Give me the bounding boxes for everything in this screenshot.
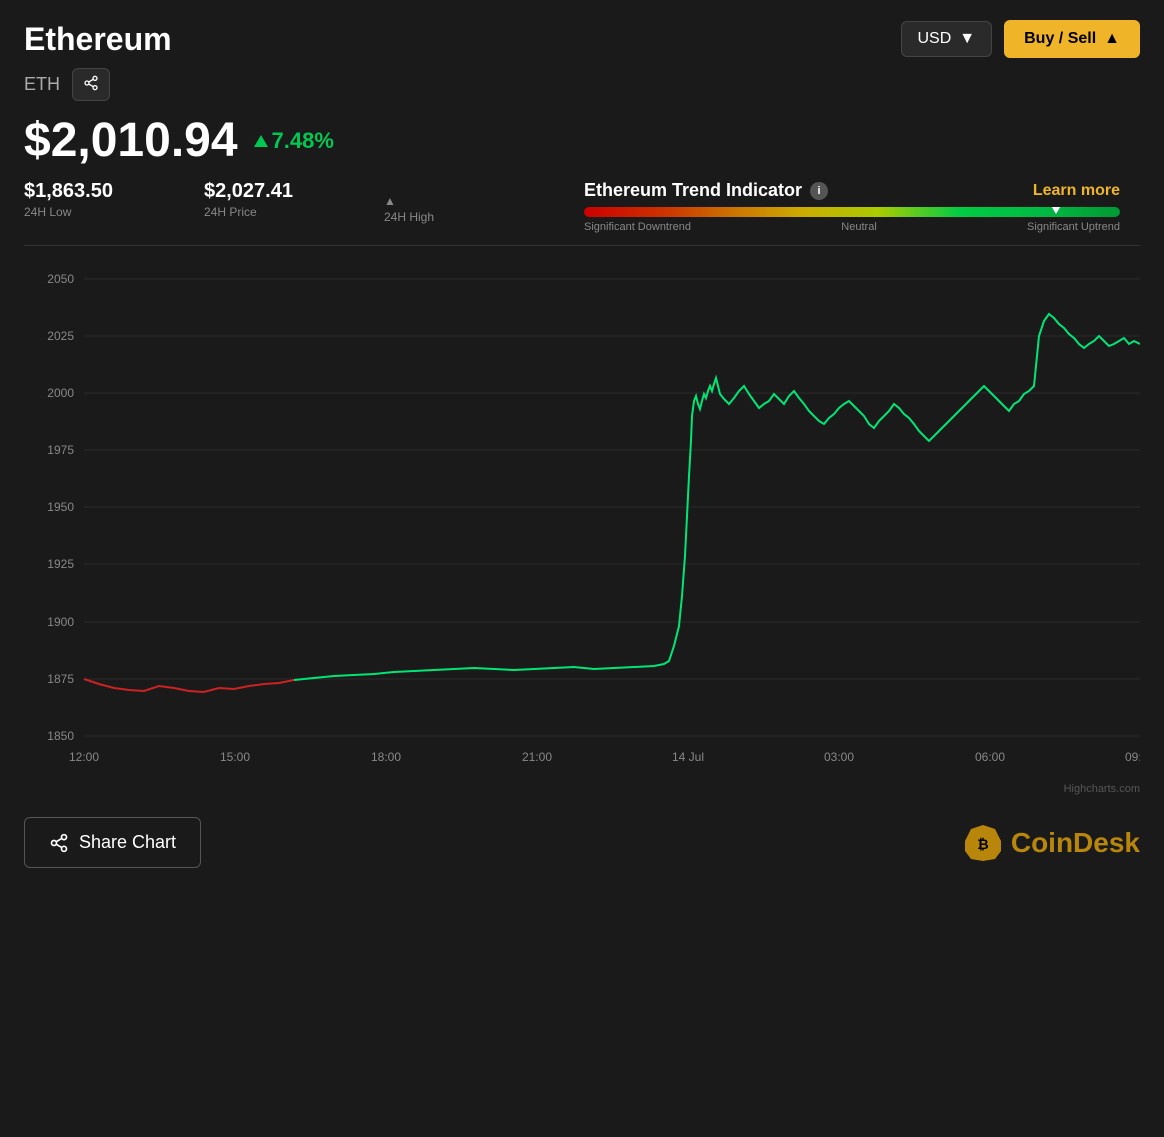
svg-text:14 Jul: 14 Jul — [672, 750, 704, 764]
currency-selector[interactable]: USD ▼ — [901, 21, 993, 57]
high-label: 24H High — [384, 210, 564, 224]
trend-label-mid: Neutral — [841, 221, 876, 233]
ticker-row: ETH — [0, 68, 1164, 109]
red-line — [84, 679, 294, 692]
header-controls: USD ▼ Buy / Sell ▲ — [901, 20, 1141, 58]
svg-text:2000: 2000 — [47, 386, 74, 400]
svg-text:09:00: 09:00 — [1125, 750, 1140, 764]
svg-text:1900: 1900 — [47, 615, 74, 629]
up-arrow-icon — [254, 135, 268, 147]
trend-bar — [584, 207, 1120, 217]
info-icon[interactable]: i — [810, 182, 828, 200]
svg-text:1875: 1875 — [47, 672, 74, 686]
svg-text:₿: ₿ — [977, 836, 988, 852]
svg-text:18:00: 18:00 — [371, 750, 401, 764]
price-24h-value: $2,027.41 — [204, 180, 384, 203]
coindesk-name: CoinDesk — [1011, 827, 1140, 859]
ticker-symbol: ETH — [24, 74, 60, 95]
svg-text:2050: 2050 — [47, 272, 74, 286]
svg-text:21:00: 21:00 — [522, 750, 552, 764]
low-label: 24H Low — [24, 205, 204, 219]
chart-area: 2050 2025 2000 1975 1950 1925 1900 1875 … — [0, 246, 1164, 781]
coindesk-logo: ₿ CoinDesk — [963, 823, 1140, 863]
share-icon — [83, 75, 99, 91]
trend-label-left: Significant Downtrend — [584, 221, 691, 233]
share-icon-button[interactable] — [72, 68, 110, 101]
current-price: $2,010.94 — [24, 113, 238, 168]
high-value: ▲ — [384, 194, 564, 208]
svg-text:03:00: 03:00 — [824, 750, 854, 764]
learn-more-link[interactable]: Learn more — [1033, 182, 1120, 200]
price-stat: $2,027.41 24H Price — [204, 180, 384, 219]
trend-indicator — [1050, 207, 1062, 214]
dropdown-arrow-icon: ▼ — [959, 30, 975, 48]
coindesk-icon: ₿ — [963, 823, 1003, 863]
share-chart-icon — [49, 833, 69, 853]
price-row: $2,010.94 7.48% — [0, 109, 1164, 172]
trend-header: Ethereum Trend Indicator i Learn more — [584, 180, 1120, 201]
chart-watermark: Highcharts.com — [0, 781, 1164, 797]
green-line — [294, 314, 1140, 680]
coin-name: Ethereum — [24, 21, 172, 58]
svg-text:1925: 1925 — [47, 557, 74, 571]
price-24h-label: 24H Price — [204, 205, 384, 219]
svg-text:15:00: 15:00 — [220, 750, 250, 764]
trend-labels: Significant Downtrend Neutral Significan… — [584, 221, 1120, 233]
currency-value: USD — [918, 30, 952, 48]
svg-text:06:00: 06:00 — [975, 750, 1005, 764]
bottom-bar: Share Chart ₿ CoinDesk — [0, 797, 1164, 888]
low-value: $1,863.50 — [24, 180, 204, 203]
arrow-icon: ▲ — [1104, 30, 1120, 48]
high-stat: ▲ 24H High — [384, 180, 564, 224]
low-stat: $1,863.50 24H Low — [24, 180, 204, 219]
price-change: 7.48% — [254, 128, 334, 154]
trend-label-right: Significant Uptrend — [1027, 221, 1120, 233]
price-chart: 2050 2025 2000 1975 1950 1925 1900 1875 … — [24, 256, 1140, 776]
svg-text:12:00: 12:00 — [69, 750, 99, 764]
page-header: Ethereum USD ▼ Buy / Sell ▲ — [0, 0, 1164, 68]
svg-text:2025: 2025 — [47, 329, 74, 343]
svg-text:1950: 1950 — [47, 500, 74, 514]
svg-text:1850: 1850 — [47, 729, 74, 743]
svg-text:1975: 1975 — [47, 443, 74, 457]
buy-sell-button[interactable]: Buy / Sell ▲ — [1004, 20, 1140, 58]
trend-title: Ethereum Trend Indicator i — [584, 180, 828, 201]
change-percent: 7.48% — [272, 128, 334, 154]
stats-row: $1,863.50 24H Low $2,027.41 24H Price ▲ … — [0, 172, 1164, 233]
share-chart-label: Share Chart — [79, 832, 176, 853]
trend-section: Ethereum Trend Indicator i Learn more Si… — [564, 180, 1140, 233]
share-chart-button[interactable]: Share Chart — [24, 817, 201, 868]
